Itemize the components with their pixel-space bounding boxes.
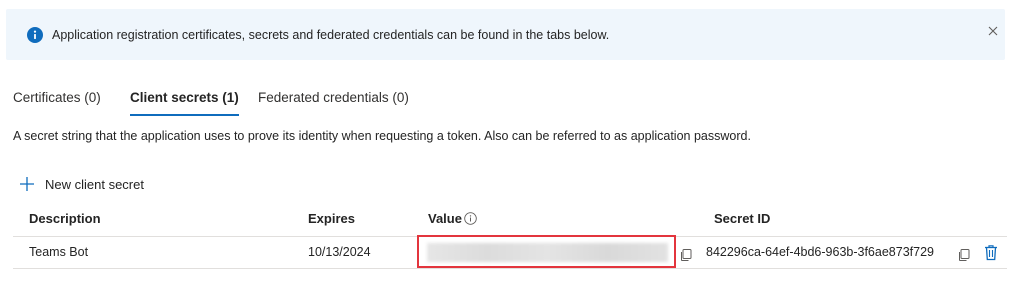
plus-icon: [20, 177, 34, 191]
tab-federated-credentials[interactable]: Federated credentials (0): [258, 90, 409, 116]
secret-expires: 10/13/2024: [308, 245, 371, 259]
table-row-divider: [13, 268, 1007, 269]
copy-secret-id-icon[interactable]: [957, 248, 971, 262]
tab-federated-credentials-label: Federated credentials (0): [258, 90, 409, 105]
selected-tab-indicator: [130, 114, 239, 116]
tab-client-secrets-label: Client secrets (1): [130, 90, 239, 105]
banner-message: Application registration certificates, s…: [52, 28, 610, 42]
section-description: A secret string that the application use…: [13, 129, 751, 143]
column-header-description: Description: [29, 211, 101, 226]
tab-certificates-label: Certificates (0): [13, 90, 101, 105]
secret-id: 842296ca-64ef-4bd6-963b-3f6ae873f729: [706, 245, 934, 259]
column-header-value: Value: [428, 211, 462, 226]
secret-value-highlight: [417, 235, 676, 268]
secret-description: Teams Bot: [29, 245, 89, 259]
column-header-expires: Expires: [308, 211, 355, 226]
tab-certificates[interactable]: Certificates (0): [13, 90, 101, 116]
copy-value-icon[interactable]: [679, 248, 693, 262]
info-circle-icon: [27, 27, 43, 43]
close-icon[interactable]: [984, 22, 1002, 40]
delete-trash-icon[interactable]: [983, 244, 999, 261]
new-client-secret-label: New client secret: [45, 177, 144, 192]
tab-client-secrets[interactable]: Client secrets (1): [130, 90, 239, 116]
secret-value-redacted: [427, 243, 668, 262]
column-header-secret-id: Secret ID: [714, 211, 771, 226]
value-info-icon[interactable]: [464, 212, 477, 225]
info-banner: Application registration certificates, s…: [6, 9, 1005, 60]
